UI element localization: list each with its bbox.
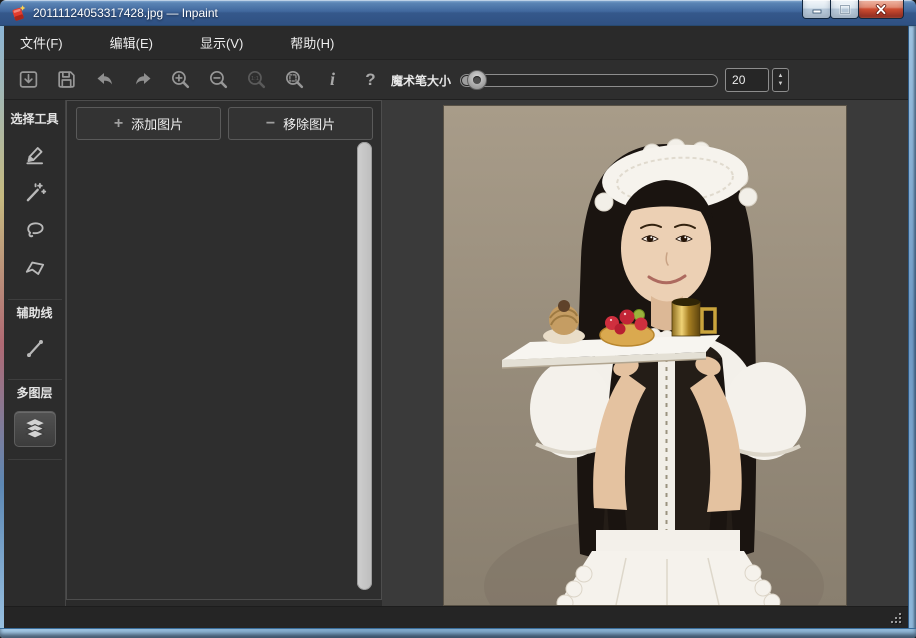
- add-image-label: 添加图片: [131, 114, 183, 133]
- open-image-button[interactable]: [17, 67, 40, 93]
- menu-edit[interactable]: 编辑(E): [110, 33, 153, 52]
- app-icon[interactable]: [9, 4, 27, 22]
- polygon-lasso-icon: [23, 256, 47, 280]
- magic-wand-tool-button[interactable]: [20, 177, 50, 207]
- menu-help[interactable]: 帮助(H): [290, 33, 334, 52]
- section-selection-tools: 选择工具: [8, 106, 62, 300]
- redo-button[interactable]: [131, 67, 154, 93]
- inpaint-window: 20111124053317428.jpg — Inpaint 文件(F): [0, 0, 916, 638]
- image-list-panel: + 添加图片 − 移除图片: [66, 100, 382, 600]
- maximize-icon: [839, 4, 851, 15]
- section-label-guides: 辅助线: [16, 304, 52, 321]
- save-icon: [56, 69, 77, 90]
- remove-image-button[interactable]: − 移除图片: [228, 107, 373, 140]
- editor-canvas: [382, 100, 908, 606]
- layers-icon: [23, 418, 47, 440]
- magic-wand-icon: [23, 180, 47, 204]
- window-border-right: [908, 26, 916, 638]
- remove-image-label: 移除图片: [283, 114, 335, 133]
- polygon-lasso-tool-button[interactable]: [20, 253, 50, 283]
- spin-buttons: ▲ ▼: [772, 68, 789, 92]
- close-icon: [875, 4, 887, 15]
- zoom-in-icon: [170, 69, 191, 90]
- resize-grip[interactable]: [890, 612, 901, 623]
- statusbar: [4, 606, 908, 628]
- guide-line-tool-button[interactable]: [20, 333, 50, 363]
- layers-button[interactable]: [14, 411, 56, 447]
- tool-sidebar: 选择工具: [4, 100, 66, 606]
- section-label-selection: 选择工具: [10, 110, 58, 127]
- section-label-layers: 多图层: [16, 384, 52, 401]
- titlebar[interactable]: 20111124053317428.jpg — Inpaint: [0, 0, 916, 26]
- window-border-bottom: [0, 628, 916, 638]
- image-list-area: [67, 140, 381, 599]
- zoom-fit-button[interactable]: [283, 67, 306, 93]
- marker-tool-button[interactable]: [20, 139, 50, 169]
- brush-size-value[interactable]: 20: [725, 68, 769, 92]
- help-icon: ?: [365, 70, 375, 90]
- lasso-icon: [23, 218, 47, 242]
- app-content: 文件(F) 编辑(E) 显示(V) 帮助(H): [4, 26, 908, 628]
- main-area: 选择工具: [4, 100, 908, 606]
- section-layers: 多图层: [8, 380, 62, 460]
- svg-text:1:1: 1:1: [251, 76, 259, 82]
- zoom-out-button[interactable]: [207, 67, 230, 93]
- brush-size-group: 魔术笔大小 20 ▲ ▼: [391, 60, 789, 100]
- guide-line-icon: [23, 336, 47, 360]
- brush-size-spinbox: 20 ▲ ▼: [725, 68, 789, 92]
- brush-size-slider[interactable]: [460, 74, 718, 87]
- list-scrollbar-thumb[interactable]: [357, 142, 372, 590]
- plus-icon: +: [114, 115, 123, 133]
- open-image-icon: [18, 69, 39, 90]
- close-button[interactable]: [858, 0, 904, 19]
- undo-button[interactable]: [93, 67, 116, 93]
- slider-handle[interactable]: [467, 70, 487, 90]
- undo-icon: [94, 70, 116, 90]
- marker-icon: [23, 142, 47, 166]
- section-guide-lines: 辅助线: [8, 300, 62, 380]
- zoom-out-icon: [208, 69, 229, 90]
- add-image-button[interactable]: + 添加图片: [76, 107, 221, 140]
- brush-size-label: 魔术笔大小: [391, 72, 451, 89]
- menu-file[interactable]: 文件(F): [20, 33, 63, 52]
- photo-canvas[interactable]: [444, 106, 846, 605]
- toolbar: 1:1 i ? 魔术笔大小: [4, 60, 908, 100]
- help-button[interactable]: ?: [359, 67, 382, 93]
- window-title: 20111124053317428.jpg — Inpaint: [33, 6, 218, 20]
- photo-maid-with-dessert-tray: [444, 106, 846, 605]
- minimize-button[interactable]: [802, 0, 831, 19]
- image-list-buttons: + 添加图片 − 移除图片: [67, 101, 381, 140]
- zoom-in-button[interactable]: [169, 67, 192, 93]
- redo-icon: [132, 70, 154, 90]
- menubar: 文件(F) 编辑(E) 显示(V) 帮助(H): [4, 26, 908, 60]
- save-button[interactable]: [55, 67, 78, 93]
- zoom-actual-size-icon: 1:1: [246, 69, 267, 90]
- spin-up-icon[interactable]: ▲: [778, 72, 784, 80]
- window-controls: [803, 0, 904, 19]
- menu-view[interactable]: 显示(V): [200, 33, 243, 52]
- zoom-fit-icon: [284, 69, 305, 90]
- zoom-actual-size-button[interactable]: 1:1: [245, 67, 268, 93]
- info-button[interactable]: i: [321, 67, 344, 93]
- window-border-left: [0, 26, 4, 638]
- minimize-icon: [811, 4, 823, 14]
- spin-down-icon[interactable]: ▼: [778, 80, 784, 88]
- info-icon: i: [330, 69, 335, 90]
- lasso-tool-button[interactable]: [20, 215, 50, 245]
- minus-icon: −: [266, 115, 275, 133]
- maximize-button[interactable]: [830, 0, 859, 19]
